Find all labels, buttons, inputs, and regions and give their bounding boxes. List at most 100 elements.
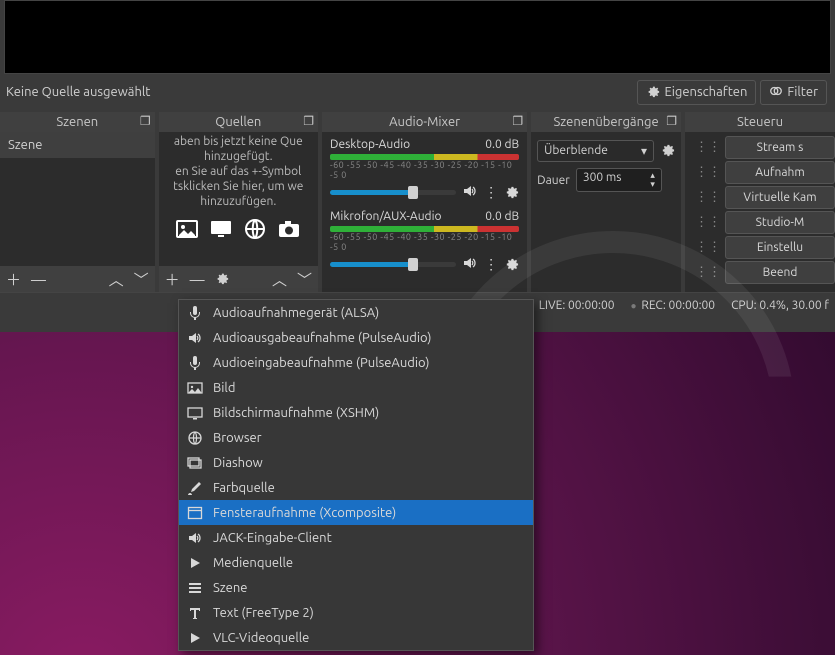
popout-icon[interactable]: ❐: [140, 114, 151, 128]
controls-title: Steueru: [737, 115, 783, 129]
popout-icon[interactable]: ❐: [666, 114, 677, 128]
transition-select[interactable]: Überblende▾: [537, 140, 654, 162]
control-button[interactable]: Beend: [725, 261, 835, 284]
transitions-header[interactable]: Szenenübergänge ❐: [531, 112, 681, 132]
meter-ticks: -60 -55 -50 -45 -40 -35 -30 -25 -20 -15 …: [330, 232, 519, 252]
grip-icon: ⋮⋮: [695, 215, 721, 230]
popout-icon[interactable]: ❐: [512, 114, 523, 128]
menu-item[interactable]: Audioeingabeaufnahme (PulseAudio): [179, 350, 533, 375]
mute-toggle-icon[interactable]: ⋮: [484, 184, 498, 201]
bars-icon: [187, 580, 203, 596]
control-button[interactable]: Virtuelle Kam: [725, 186, 835, 209]
menu-item-label: Medienquelle: [213, 556, 293, 570]
mic-icon: [187, 355, 203, 371]
globe-icon: [187, 430, 203, 446]
menu-item-label: Bildschirmaufnahme (XSHM): [213, 406, 379, 420]
control-button[interactable]: Studio-M: [725, 211, 835, 234]
popout-icon[interactable]: ❐: [303, 114, 314, 128]
menu-item-label: Text (FreeType 2): [213, 606, 314, 620]
scene-item[interactable]: Szene: [0, 132, 155, 158]
menu-item[interactable]: JACK-Eingabe-Client: [179, 525, 533, 550]
filter-icon: [769, 84, 783, 101]
scene-down-button[interactable]: ﹀: [134, 269, 149, 290]
menu-item[interactable]: Medienquelle: [179, 550, 533, 575]
gear-icon: [646, 84, 660, 101]
menu-item-label: Browser: [213, 431, 262, 445]
menu-item[interactable]: Audioausgabeaufnahme (PulseAudio): [179, 325, 533, 350]
sources-header[interactable]: Quellen ❐: [159, 112, 318, 132]
level-meter: [330, 154, 519, 160]
track-name: Mikrofon/AUX-Audio: [330, 210, 442, 223]
add-scene-button[interactable]: ＋: [6, 269, 21, 290]
menu-item-label: JACK-Eingabe-Client: [213, 531, 332, 545]
controls-header[interactable]: Steueru: [685, 112, 835, 132]
grip-icon: ⋮⋮: [695, 190, 721, 205]
image-icon: [173, 217, 201, 241]
menu-item-label: Bild: [213, 381, 235, 395]
image-icon: [187, 380, 203, 396]
menu-item[interactable]: VLC-Videoquelle: [179, 625, 533, 650]
add-source-button[interactable]: ＋: [165, 269, 180, 290]
mute-toggle-icon[interactable]: ⋮: [484, 256, 498, 273]
no-source-label: Keine Quelle ausgewählt: [6, 85, 150, 99]
menu-item[interactable]: Bild: [179, 375, 533, 400]
source-type-icons: [161, 217, 316, 241]
menu-item[interactable]: Farbquelle: [179, 475, 533, 500]
mixer-title: Audio-Mixer: [389, 115, 460, 129]
control-button[interactable]: Einstellu: [725, 236, 835, 259]
control-button[interactable]: Aufnahm: [725, 161, 835, 184]
speaker-icon[interactable]: [462, 183, 478, 202]
play-icon: [187, 555, 203, 571]
display-icon: [207, 217, 235, 241]
menu-item-label: Szene: [213, 581, 247, 595]
source-down-button[interactable]: ﹀: [297, 269, 312, 290]
scenes-header[interactable]: Szenen ❐: [0, 112, 155, 132]
filters-button[interactable]: Filter: [760, 80, 827, 105]
duration-label: Dauer: [537, 174, 570, 187]
speaker-icon: [187, 330, 203, 346]
stepper-icon[interactable]: ▴▾: [650, 171, 655, 189]
slides-icon: [187, 455, 203, 471]
scenes-panel: Szenen ❐ Szene ＋ — ︿ ﹀: [0, 112, 155, 292]
transition-settings-button[interactable]: [660, 142, 675, 160]
source-settings-button[interactable]: [215, 271, 229, 288]
source-up-button[interactable]: ︿: [272, 269, 287, 290]
volume-slider[interactable]: [330, 262, 456, 267]
duration-value: 300 ms: [583, 171, 622, 189]
remove-scene-button[interactable]: —: [31, 271, 46, 288]
globe-icon: [241, 217, 269, 241]
menu-item-label: Audioaufnahmegerät (ALSA): [213, 306, 379, 320]
menu-item[interactable]: Fensteraufnahme (Xcomposite): [179, 500, 533, 525]
grip-icon: ⋮⋮: [695, 165, 721, 180]
scene-up-button[interactable]: ︿: [109, 269, 124, 290]
menu-item-label: Audioausgabeaufnahme (PulseAudio): [213, 331, 432, 345]
sources-title: Quellen: [215, 115, 261, 129]
menu-item-label: Diashow: [213, 456, 263, 470]
meter-ticks: -60 -55 -50 -45 -40 -35 -30 -25 -20 -15 …: [330, 160, 519, 180]
mixer-header[interactable]: Audio-Mixer ❐: [322, 112, 527, 132]
menu-item[interactable]: Szene: [179, 575, 533, 600]
remove-source-button[interactable]: —: [190, 271, 205, 288]
window-icon: [187, 505, 203, 521]
sources-hint-area[interactable]: aben bis jetzt keine Que hinzugefügt. en…: [159, 132, 318, 266]
filters-label: Filter: [787, 85, 818, 99]
preview-area[interactable]: [4, 0, 831, 74]
volume-slider[interactable]: [330, 190, 456, 195]
brush-icon: [187, 480, 203, 496]
menu-item[interactable]: Diashow: [179, 450, 533, 475]
control-button[interactable]: Stream s: [725, 136, 835, 159]
audio-track: Desktop-Audio0.0 dB-60 -55 -50 -45 -40 -…: [330, 138, 519, 202]
speaker-icon[interactable]: [462, 255, 478, 274]
properties-button[interactable]: Eigenschaften: [637, 80, 756, 105]
grip-icon: ⋮⋮: [695, 140, 721, 155]
duration-input[interactable]: 300 ms ▴▾: [576, 168, 662, 192]
menu-item[interactable]: Browser: [179, 425, 533, 450]
menu-item[interactable]: Audioaufnahmegerät (ALSA): [179, 300, 533, 325]
track-db: 0.0 dB: [485, 210, 519, 223]
menu-item-label: Farbquelle: [213, 481, 275, 495]
menu-item[interactable]: Text (FreeType 2): [179, 600, 533, 625]
menu-item[interactable]: Bildschirmaufnahme (XSHM): [179, 400, 533, 425]
track-settings-button[interactable]: [504, 184, 519, 202]
sources-hint: aben bis jetzt keine Que hinzugefügt. en…: [161, 134, 316, 209]
menu-item-label: VLC-Videoquelle: [213, 631, 309, 645]
